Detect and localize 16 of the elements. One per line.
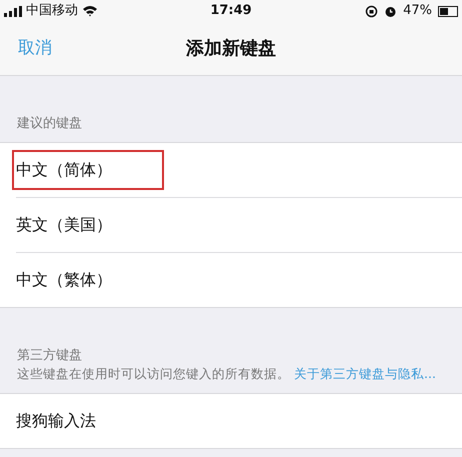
section-header: 第三方键盘 bbox=[17, 346, 83, 364]
keyboard-option[interactable]: 搜狗输入法 bbox=[16, 409, 96, 433]
page-title: 添加新键盘 bbox=[186, 37, 276, 61]
signal-icon bbox=[4, 6, 22, 16]
rotation-lock-icon bbox=[365, 4, 378, 18]
section-header: 建议的键盘 bbox=[17, 115, 83, 133]
keyboard-option[interactable]: 中文（简体） bbox=[12, 150, 164, 190]
section-note: 这些键盘在使用时可以访问您键入的所有数据。 关于第三方键盘与隐私... bbox=[17, 365, 437, 383]
alarm-icon bbox=[384, 4, 398, 18]
clock-time: 17:49 bbox=[210, 2, 252, 20]
wifi-icon bbox=[82, 5, 98, 17]
keyboard-option[interactable]: 英文（美国） bbox=[16, 212, 112, 236]
keyboard-option[interactable]: 中文（繁体） bbox=[16, 268, 112, 292]
battery-icon bbox=[438, 6, 458, 16]
battery-percent: 47% bbox=[403, 2, 432, 20]
carrier-name: 中国移动 bbox=[26, 2, 78, 20]
